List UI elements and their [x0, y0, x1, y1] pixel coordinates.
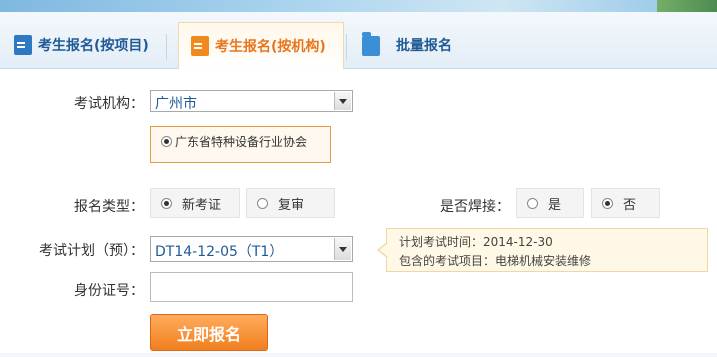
weld-option-no[interactable]: 否 — [591, 188, 660, 218]
tab-by-organization-label: 考生报名(按机构) — [215, 39, 326, 55]
radio-selected-icon[interactable] — [161, 136, 172, 147]
id-number-input[interactable] — [150, 272, 353, 302]
plan-select-value: DT14-12-05（T1） — [155, 244, 284, 260]
submit-registration-button[interactable]: 立即报名 — [150, 314, 268, 351]
chevron-down-icon[interactable] — [334, 92, 351, 110]
tab-batch[interactable]: 批量报名 — [362, 22, 452, 68]
plan-select[interactable]: DT14-12-05（T1） — [150, 236, 353, 262]
tab-by-project[interactable]: 考生报名(按项目) — [14, 22, 149, 68]
org-option-item[interactable]: 广东省特种设备行业协会 — [161, 133, 307, 150]
plan-label: 考试计划（预）： — [39, 243, 144, 259]
document-icon — [191, 36, 209, 56]
document-icon — [14, 35, 32, 55]
org-label: 考试机构： — [74, 96, 144, 112]
tab-divider — [346, 34, 347, 60]
folder-icon — [362, 32, 380, 56]
tooltip-exam-time: 计划考试时间：2014-12-30 — [399, 235, 553, 249]
org-option-list: 广东省特种设备行业协会 — [150, 126, 331, 163]
tab-bar: 考生报名(按项目) 考生报名(按机构) 批量报名 — [0, 12, 717, 69]
tab-by-project-label: 考生报名(按项目) — [38, 38, 149, 54]
weld-option-no-label: 否 — [623, 197, 637, 213]
weld-option-yes-label: 是 — [548, 197, 562, 213]
tab-by-organization[interactable]: 考生报名(按机构) — [178, 22, 344, 69]
radio-selected-icon[interactable] — [161, 197, 172, 209]
weld-label: 是否焊接： — [440, 199, 510, 215]
type-option-review-label: 复审 — [278, 197, 305, 213]
weld-option-yes[interactable]: 是 — [516, 188, 584, 218]
radio-unselected-icon[interactable] — [527, 197, 538, 209]
plan-info-tooltip: 计划考试时间：2014-12-30 包含的考试项目：电梯机械安装维修 — [377, 228, 708, 272]
radio-unselected-icon[interactable] — [257, 197, 268, 209]
header-banner — [0, 0, 717, 12]
type-label: 报名类型： — [74, 199, 144, 215]
chevron-down-icon[interactable] — [334, 238, 351, 260]
type-option-new[interactable]: 新考证 — [150, 188, 240, 218]
tab-batch-label: 批量报名 — [396, 38, 452, 54]
type-option-new-label: 新考证 — [182, 197, 222, 213]
org-select-value: 广州市 — [155, 96, 197, 112]
tab-divider — [166, 34, 167, 60]
org-select[interactable]: 广州市 — [150, 90, 353, 112]
tooltip-exam-items: 包含的考试项目：电梯机械安装维修 — [399, 254, 592, 268]
radio-selected-icon[interactable] — [602, 197, 613, 209]
type-option-review[interactable]: 复审 — [246, 188, 335, 218]
org-option-label: 广东省特种设备行业协会 — [175, 135, 308, 149]
id-label: 身份证号： — [74, 283, 144, 299]
footer-strip — [0, 353, 717, 357]
